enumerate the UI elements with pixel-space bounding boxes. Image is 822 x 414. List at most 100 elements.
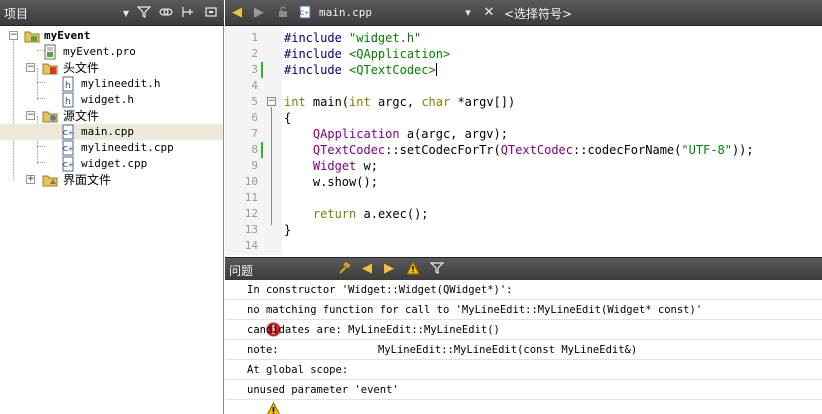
code-token: { [284,111,292,125]
code-editor[interactable]: − #include "widget.h" #include <QApplicat… [225,26,822,255]
back-arrow-icon[interactable]: ◀ [229,5,245,21]
expand-icon[interactable]: + [26,175,35,184]
fold-range-line [271,107,272,225]
tree-item-mylineedit-h[interactable]: h mylineedit.h [0,76,223,92]
code-token: QApplication [312,127,400,141]
issue-row[interactable]: no matching function for call to 'MyLine… [225,300,822,337]
svg-text:C+: C+ [63,161,74,169]
tree-item-headers-folder[interactable]: − 头文件 [0,60,223,76]
code-token: main( [305,95,350,109]
code-token: #include [284,31,350,45]
forms-folder-icon [42,172,58,188]
tree-item-widget-cpp[interactable]: C+ widget.cpp [0,156,223,172]
project-panel-toolbar: 项目 ▾ [0,0,224,26]
code-token: int [284,95,306,109]
code-token: char [421,95,451,109]
issue-row[interactable]: note: MyLineEdit::MyLineEdit(const MyLin… [225,340,822,360]
tree-item-label: widget.h [81,93,134,106]
issue-row[interactable]: candidates are: MyLineEdit::MyLineEdit() [225,320,822,340]
changed-line-marker [261,62,263,78]
code-line[interactable]: #include "widget.h" [284,30,421,46]
project-panel-title: 项目 [4,7,29,21]
line-number: 13 [244,223,258,236]
tree-item-widget-h[interactable]: h widget.h [0,92,223,108]
code-line[interactable]: QApplication a(argc, argv); [284,126,508,142]
error-icon [228,302,281,337]
code-token: } [284,223,292,237]
code-line[interactable]: int main(int argc, char *argv[]) [284,94,515,110]
filter-icon[interactable] [429,261,445,277]
warning-filter-icon[interactable] [405,260,421,277]
code-line[interactable]: #include <QApplication> [284,46,450,62]
tree-item-label: mylineedit.cpp [81,141,174,154]
line-number: 8 [251,143,258,156]
code-token: QTextCodec [500,143,573,157]
code-token: "widget.h" [349,31,422,45]
collapse-icon[interactable]: − [26,63,35,72]
collapse-icon[interactable]: − [9,31,18,40]
line-number: 2 [251,47,258,60]
symbols-dropdown[interactable]: <选择符号> [504,5,572,22]
tree-item-myevent-project[interactable]: − myEvent [0,28,223,44]
tree-item-main-cpp[interactable]: C+ main.cpp [0,124,223,140]
issue-row[interactable]: unused parameter 'event' [225,380,822,414]
issue-row[interactable]: In constructor 'Widget::Widget(QWidget*)… [225,280,822,300]
header-file-icon: h [60,92,76,108]
code-token: ::codecForName( [573,143,682,157]
code-line[interactable]: { [284,110,291,126]
svg-text:h: h [65,81,71,91]
tree-item-label: 头文件 [63,61,100,75]
line-number: 5 [251,95,258,108]
svg-text:C+: C+ [63,129,74,137]
split-icon[interactable] [180,5,196,21]
code-line[interactable]: return a.exec(); [284,206,429,222]
forward-arrow-icon[interactable]: ▶ [251,5,267,21]
code-line[interactable]: Widget w; [284,158,378,174]
svg-text:h: h [65,97,71,107]
sync-link-icon[interactable] [158,5,174,21]
project-folder-icon [24,28,40,44]
tree-item-sources-folder[interactable]: − 源文件 [0,108,223,124]
tree-item-forms-folder[interactable]: + 界面文件 [0,172,223,188]
view-dropdown-icon[interactable]: ▾ [118,5,134,21]
code-token: #include [284,47,350,61]
close-panel-icon[interactable] [203,5,219,21]
line-number: 11 [244,191,258,204]
hammer-icon[interactable] [337,261,353,277]
tree-item-label: mylineedit.h [81,77,161,90]
fold-collapse-icon[interactable]: − [267,97,276,106]
collapse-icon[interactable]: − [26,111,35,120]
code-token: Widget [312,159,357,173]
tree-item-label: myEvent [44,29,91,42]
tree-item-label: main.cpp [81,125,134,138]
lock-icon[interactable] [275,5,291,21]
project-panel: 项目 ▾ − myEvent myEvent.pro − 头文件 h mylin… [0,0,224,414]
code-line[interactable]: #include <QTextCodec> [284,62,437,78]
previous-issue-icon[interactable]: ◀ [359,261,375,277]
code-token: a.exec(); [356,207,429,221]
code-token: #include [284,63,350,77]
next-issue-icon[interactable]: ▶ [381,261,397,277]
issue-detail-text: MyLineEdit::MyLineEdit(const MyLineEdit&… [378,344,638,356]
current-file-name[interactable]: main.cpp [319,6,372,19]
close-file-icon[interactable]: ✕ [481,5,497,21]
cpp-file-icon: C+ [297,5,313,21]
file-dropdown-icon[interactable]: ▾ [460,5,476,21]
tree-item-pro-file[interactable]: myEvent.pro [0,44,223,60]
issue-row[interactable]: At global scope: [225,360,822,380]
code-line[interactable]: QTextCodec::setCodecForTr(QTextCodec::co… [284,142,754,158]
issue-text: In constructor 'Widget::Widget(QWidget*)… [247,284,513,296]
code-line[interactable]: } [284,222,291,238]
changed-line-marker [261,142,263,158]
filter-icon[interactable] [136,5,152,21]
code-line[interactable]: w.show(); [284,174,378,190]
text-cursor [435,63,437,76]
tree-item-mylineedit-cpp[interactable]: C+ mylineedit.cpp [0,140,223,156]
cpp-file-icon: C+ [60,124,76,140]
line-number: 12 [244,207,258,220]
code-token: *argv[]) [450,95,516,109]
line-number: 3 [251,63,258,76]
code-token: QTextCodec [312,143,386,157]
